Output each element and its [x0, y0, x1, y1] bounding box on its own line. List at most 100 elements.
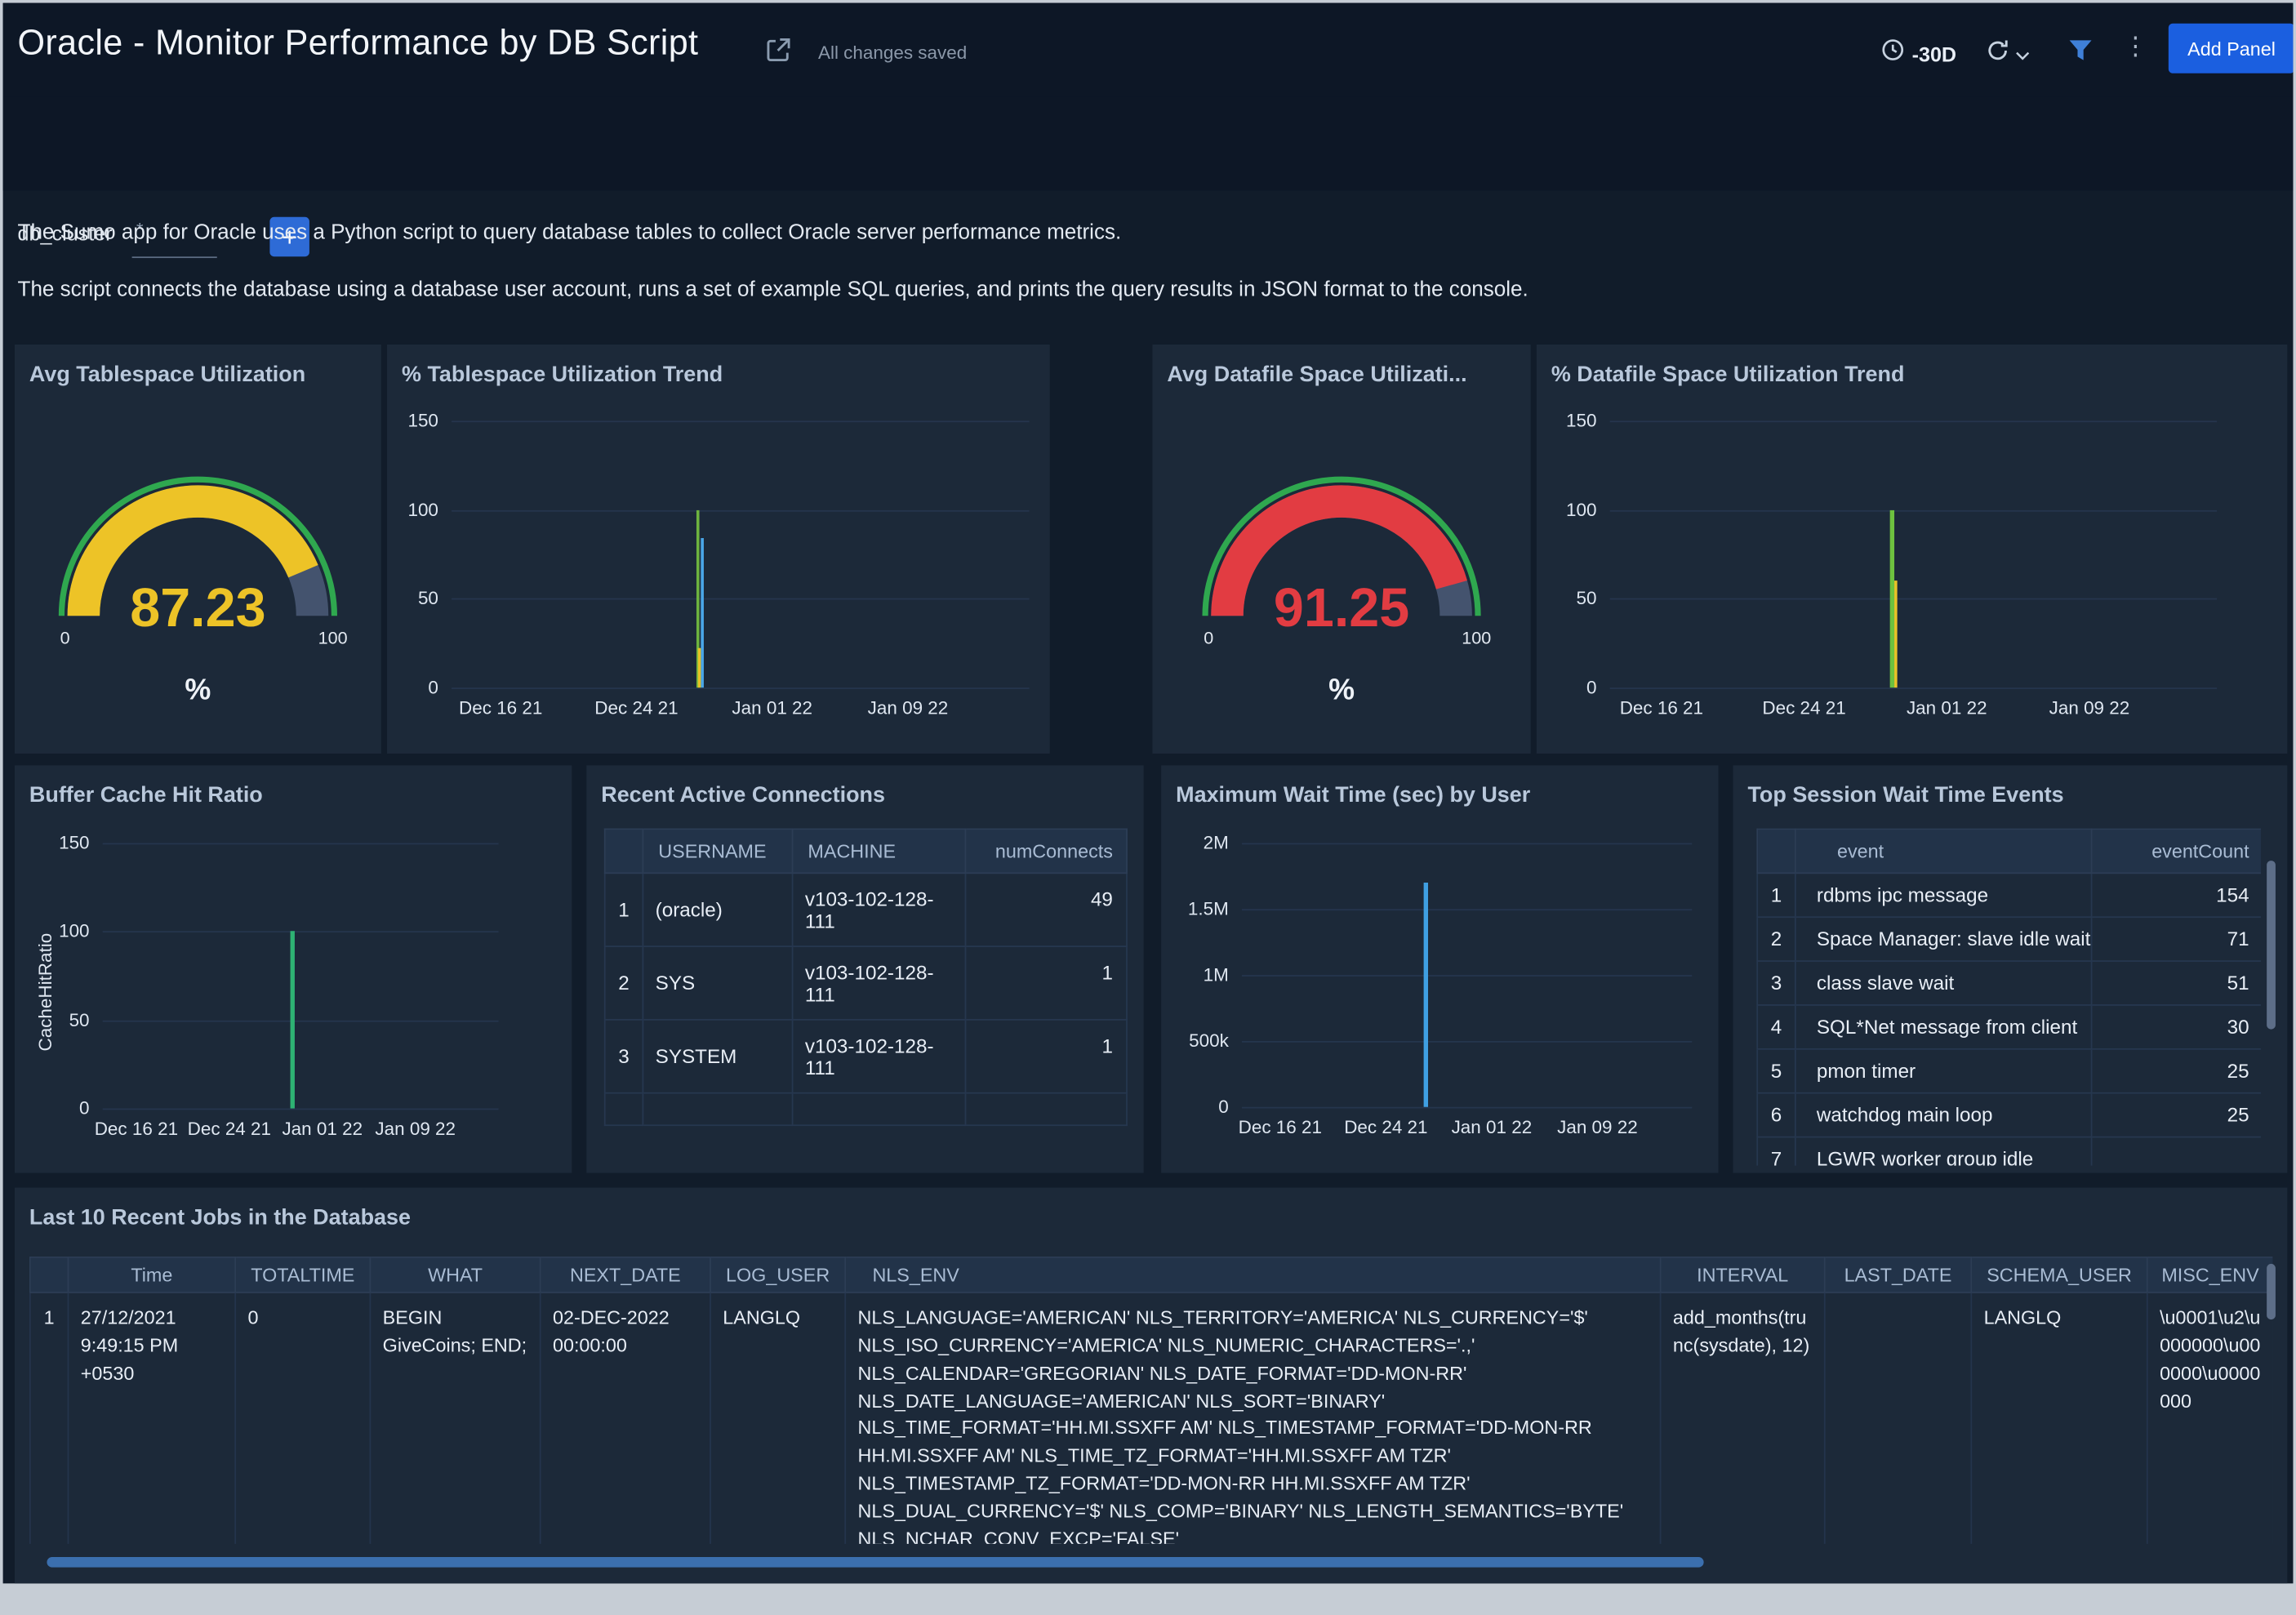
count-cell: 25 — [2090, 1048, 2261, 1094]
x-tick-label: Dec 16 21 — [459, 697, 543, 719]
column-header-time[interactable]: Time — [67, 1256, 237, 1293]
row-number-header — [29, 1256, 69, 1293]
empty-row — [603, 1092, 1128, 1127]
column-header-interval[interactable]: INTERVAL — [1659, 1256, 1826, 1293]
y-tick-label: 100 — [407, 499, 438, 520]
series-spike — [1893, 581, 1898, 688]
table-row: 6 watchdog main loop 25 — [1756, 1092, 2261, 1138]
column-header-machine[interactable]: MACHINE — [791, 828, 967, 874]
panel-tablespace-utilization-trend: % Tablespace Utilization Trend 150 100 50 0… — [387, 344, 1050, 754]
gauge-value: 87.23 — [130, 577, 266, 638]
numconnects-cell: 1 — [964, 945, 1128, 1021]
column-header-last-date[interactable]: LAST_DATE — [1823, 1256, 1973, 1293]
column-header-what[interactable]: WHAT — [369, 1256, 541, 1293]
next-date-cell: 02-DEC-2022 00:00:00 — [539, 1292, 711, 1544]
gridline — [452, 687, 1030, 689]
username-cell: SYS — [642, 945, 794, 1021]
x-tick-label: Dec 24 21 — [187, 1119, 271, 1140]
panel-title: Last 10 Recent Jobs in the Database — [29, 1205, 411, 1230]
event-cell: rdbms ipc message — [1794, 872, 2093, 919]
filter-icon[interactable] — [2069, 39, 2093, 69]
dashboard-viewport: Oracle - Monitor Performance by DB Scrip… — [0, 0, 2296, 1615]
panel-title: % Tablespace Utilization Trend — [402, 362, 723, 388]
panel-avg-tablespace-utilization: Avg Tablespace Utilization 87.23 0 100 % — [14, 344, 381, 754]
save-status: All changes saved — [818, 42, 968, 64]
gridline — [102, 931, 499, 933]
x-tick-label: Dec 16 21 — [1238, 1117, 1322, 1138]
gridline — [1609, 420, 2218, 423]
description-line-1: The Sumo app for Oracle uses a Python sc… — [17, 221, 1122, 245]
screenshot-frame: Oracle - Monitor Performance by DB Scrip… — [0, 0, 2296, 1615]
gridline — [1609, 509, 2218, 512]
count-cell — [2090, 1136, 2261, 1166]
column-header-schema-user[interactable]: SCHEMA_USER — [1970, 1256, 2148, 1293]
row-number: 3 — [603, 1019, 644, 1094]
horizontal-scrollbar[interactable] — [47, 1557, 1704, 1568]
gridline — [452, 509, 1030, 512]
y-tick-label: 150 — [59, 832, 90, 854]
row-number: 1 — [1756, 872, 1796, 919]
chevron-down-icon — [2016, 41, 2030, 67]
column-header-totaltime[interactable]: TOTALTIME — [234, 1256, 372, 1293]
y-tick-label: 0 — [1218, 1097, 1229, 1118]
event-cell: watchdog main loop — [1794, 1092, 2093, 1138]
x-tick-label: Jan 01 22 — [1451, 1117, 1533, 1138]
event-cell: pmon timer — [1794, 1048, 2093, 1094]
vertical-scrollbar[interactable] — [2267, 1263, 2276, 1320]
page-title: Oracle - Monitor Performance by DB Scrip… — [17, 23, 699, 64]
event-cell: Space Manager: slave idle wait — [1794, 916, 2093, 962]
dashboard-header: Oracle - Monitor Performance by DB Scrip… — [2, 2, 2294, 97]
add-panel-button[interactable]: Add Panel — [2168, 23, 2294, 73]
panel-max-wait-time: Maximum Wait Time (sec) by User 2M 1.5M 1M… — [1161, 765, 1719, 1173]
time-range-picker[interactable]: -30D — [1881, 38, 1956, 69]
x-tick-label: Jan 09 22 — [1557, 1117, 1638, 1138]
column-header-log-user[interactable]: LOG_USER — [710, 1256, 847, 1293]
jobs-table-wrap: Time TOTALTIME WHAT NEXT_DATE LOG_USER N… — [29, 1256, 2273, 1544]
numconnects-cell: 49 — [964, 872, 1128, 948]
column-header-eventcount[interactable]: eventCount — [2090, 828, 2261, 874]
column-header-next-date[interactable]: NEXT_DATE — [539, 1256, 711, 1293]
gauge-value: 91.25 — [1273, 577, 1410, 638]
gauge-min-label: 0 — [1204, 627, 1214, 648]
max-wait-chart: 2M 1.5M 1M 500k 0 Dec 16 21 Dec 24 21 Jan 01 22… — [1188, 833, 1693, 1137]
filter-bar: db_cluster * + — [2, 96, 2294, 259]
y-tick-label: 0 — [79, 1097, 90, 1119]
panel-buffer-cache-hit-ratio: Buffer Cache Hit Ratio CacheHitRatio 150… — [14, 765, 572, 1173]
connections-table: USERNAME MACHINE numConnects 1 (oracle) … — [603, 828, 1128, 1127]
x-tick-label: Jan 01 22 — [1906, 697, 1987, 719]
gridline — [1241, 975, 1693, 977]
column-header-username[interactable]: USERNAME — [642, 828, 794, 874]
more-options-icon[interactable]: ⋮ — [2123, 33, 2148, 62]
vertical-scrollbar[interactable] — [2267, 861, 2276, 1030]
count-cell: 30 — [2090, 1004, 2261, 1050]
jobs-table: Time TOTALTIME WHAT NEXT_DATE LOG_USER N… — [29, 1256, 2273, 1544]
gridline — [102, 1108, 499, 1110]
table-row: 1 rdbms ipc message 154 — [1756, 872, 2261, 919]
row-number: 7 — [1756, 1136, 1796, 1166]
panel-recent-jobs: Last 10 Recent Jobs in the Database Time… — [14, 1187, 2288, 1584]
machine-cell: v103-102-128-111 — [791, 1019, 967, 1094]
sumo-dashboard-app: Oracle - Monitor Performance by DB Scrip… — [2, 2, 2294, 1584]
last-date-cell — [1823, 1292, 1973, 1544]
gauge-max-label: 100 — [1462, 627, 1492, 648]
table-row: 1 (oracle) v103-102-128-111 49 — [603, 872, 1128, 948]
wait-events-table: event eventCount 1 rdbms ipc message 154 2… — [1756, 828, 2261, 1166]
x-tick-label: Jan 01 22 — [732, 697, 813, 719]
event-cell: LGWR worker group idle — [1794, 1136, 2093, 1166]
refresh-icon — [1985, 38, 2010, 71]
column-header-numconnects[interactable]: numConnects — [964, 828, 1128, 874]
table-header-row: Time TOTALTIME WHAT NEXT_DATE LOG_USER N… — [29, 1256, 2273, 1293]
column-header-misc-env[interactable]: MISC_ENV — [2146, 1256, 2273, 1293]
nls-env-cell: NLS_LANGUAGE='AMERICAN' NLS_TERRITORY='A… — [844, 1292, 1662, 1544]
gridline — [102, 1020, 499, 1021]
gridline — [1241, 909, 1693, 911]
column-header-nls-env[interactable]: NLS_ENV — [844, 1256, 1662, 1293]
totaltime-cell: 0 — [234, 1292, 372, 1544]
refresh-button[interactable] — [1985, 38, 2030, 71]
column-header-event[interactable]: event — [1794, 828, 2093, 874]
share-icon[interactable] — [765, 37, 791, 70]
y-tick-label: 50 — [417, 588, 438, 609]
count-cell: 51 — [2090, 960, 2261, 1006]
table-header-row: event eventCount — [1756, 828, 2261, 874]
y-tick-label: 150 — [1566, 410, 1597, 431]
